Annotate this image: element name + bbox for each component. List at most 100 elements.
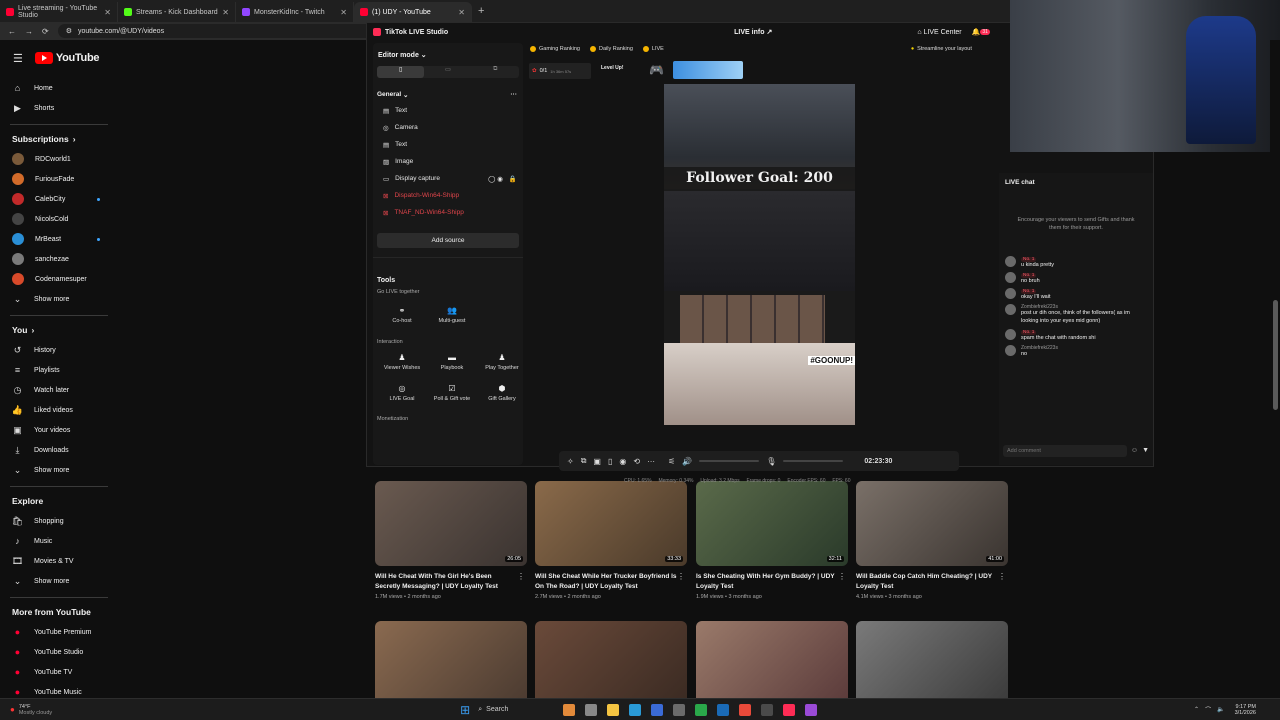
file-explorer-icon[interactable] bbox=[607, 703, 620, 716]
sidebar-item-liked[interactable]: 👍 Liked videos bbox=[0, 400, 118, 420]
video-card[interactable] bbox=[696, 621, 848, 706]
live-center-button[interactable]: ⌂ LIVE Center bbox=[917, 29, 961, 36]
settings-sliders-icon[interactable]: ⚟ bbox=[668, 457, 675, 466]
source-item[interactable]: ⊠ TNAF_ND-Win64-Shipp bbox=[373, 204, 523, 221]
multi-guest-button[interactable]: 👥 Multi-guest bbox=[432, 306, 472, 324]
add-source-button[interactable]: Add source bbox=[377, 233, 519, 248]
stream-canvas[interactable]: Follower Goal: 200 #GOONUP! bbox=[664, 84, 855, 425]
page-scrollbar[interactable] bbox=[1270, 40, 1280, 698]
cohost-button[interactable]: ⚭ Co-host bbox=[382, 306, 422, 324]
screen-icon[interactable]: ▣ bbox=[593, 457, 601, 466]
video-card[interactable]: 33:33 Will She Cheat While Her Trucker B… bbox=[535, 481, 687, 600]
capture-icon[interactable]: ⧉ bbox=[581, 456, 587, 466]
close-tab-icon[interactable]: ✕ bbox=[458, 8, 465, 17]
subscription-item[interactable]: sanchezae bbox=[0, 249, 118, 269]
viewer-wishes-button[interactable]: ♟ Viewer Wishes bbox=[382, 353, 422, 371]
edge-icon[interactable] bbox=[629, 703, 642, 716]
tiktok-live-studio-icon[interactable] bbox=[783, 703, 796, 716]
level-up-widget[interactable]: Level Up! bbox=[601, 65, 624, 71]
browser-tab-active[interactable]: (1) UDY - YouTube ✕ bbox=[354, 2, 472, 22]
sidebar-item-movies[interactable]: 🎞 Movies & TV bbox=[0, 551, 118, 571]
chat-message[interactable]: Zombiefreki223s post ur dih once, think o… bbox=[1005, 304, 1147, 325]
sidebar-item-shopping[interactable]: 🛍 Shopping bbox=[0, 511, 118, 531]
visibility-icon[interactable]: ◯ ◉ bbox=[488, 175, 503, 183]
video-card[interactable]: 26:05 Will He Cheat With The Girl He's B… bbox=[375, 481, 527, 600]
sidebar-item-watch-later[interactable]: ◷ Watch later bbox=[0, 380, 118, 400]
show-more-button[interactable]: ⌄ Show more bbox=[0, 289, 118, 309]
subscription-item[interactable]: MrBeast bbox=[0, 229, 118, 249]
close-tab-icon[interactable]: ✕ bbox=[222, 8, 229, 17]
poll-gift-vote-button[interactable]: ☑ Poll & Gift vote bbox=[432, 384, 472, 402]
subscriptions-header[interactable]: Subscriptions › bbox=[0, 129, 118, 149]
filter-icon[interactable]: ▼ bbox=[1142, 447, 1149, 454]
mic-icon[interactable]: 🎙 bbox=[766, 457, 776, 466]
volume-slider[interactable] bbox=[699, 460, 760, 462]
you-header[interactable]: You › bbox=[0, 320, 118, 340]
more-options-icon[interactable]: ⋮ bbox=[998, 572, 1006, 581]
general-scene-header[interactable]: General ⌄ ··· bbox=[373, 78, 523, 102]
video-thumbnail[interactable] bbox=[535, 621, 687, 706]
app-icon[interactable] bbox=[805, 703, 818, 716]
wifi-icon[interactable]: ⌒ bbox=[1205, 705, 1211, 714]
playbook-button[interactable]: ▬ Playbook bbox=[432, 353, 472, 371]
editor-mode-dropdown[interactable]: Editor mode ⌄ bbox=[373, 43, 523, 59]
source-item[interactable]: ▤ Text bbox=[373, 102, 523, 119]
add-comment-input[interactable] bbox=[1003, 444, 1127, 457]
video-card[interactable]: 32:11 Is She Cheating With Her Gym Buddy… bbox=[696, 481, 848, 600]
play-together-button[interactable]: ♟ Play Together bbox=[482, 353, 522, 371]
sidebar-item-history[interactable]: ↺ History bbox=[0, 340, 118, 360]
sidebar-item-music[interactable]: ♪ Music bbox=[0, 531, 118, 551]
volume-icon[interactable]: 🔈 bbox=[1217, 706, 1224, 713]
mic-slider[interactable] bbox=[783, 460, 844, 462]
live-info-button[interactable]: LIVE info ↗ bbox=[734, 28, 772, 36]
chat-message[interactable]: No. 1 no bruh bbox=[1005, 272, 1147, 284]
close-tab-icon[interactable]: ✕ bbox=[104, 8, 111, 17]
chevron-up-icon[interactable]: ⌃ bbox=[1194, 706, 1199, 713]
dual-layout-icon[interactable]: ⧉ bbox=[472, 66, 519, 78]
new-tab-button[interactable]: + bbox=[478, 5, 484, 17]
scrollbar-thumb[interactable] bbox=[1273, 300, 1278, 410]
url-field[interactable]: ⚙ youtube.com/@UDY/videos bbox=[57, 24, 380, 38]
gift-gallery-button[interactable]: ⬢ Gift Gallery bbox=[482, 384, 522, 402]
subscription-item[interactable]: CalebCity bbox=[0, 189, 118, 209]
reload-icon[interactable]: ⟳ bbox=[42, 27, 49, 36]
video-thumbnail[interactable]: 26:05 bbox=[375, 481, 527, 566]
lock-icon[interactable]: 🔒 bbox=[509, 175, 517, 183]
close-tab-icon[interactable]: ✕ bbox=[340, 8, 347, 17]
system-tray[interactable]: ⌃ ⌒ 🔈 bbox=[1194, 705, 1225, 714]
replay-icon[interactable]: ⟲ bbox=[633, 457, 640, 466]
browser-tab[interactable]: Streams - Kick Dashboard ✕ bbox=[118, 2, 236, 22]
more-options-icon[interactable]: ⋮ bbox=[838, 572, 846, 581]
subscription-item[interactable]: NicolsCold bbox=[0, 209, 118, 229]
more-options-icon[interactable]: ··· bbox=[511, 91, 518, 99]
subscription-item[interactable]: RDCworld1 bbox=[0, 149, 118, 169]
gaming-ranking-chip[interactable]: Gaming Ranking bbox=[530, 46, 580, 52]
live-goal-button[interactable]: ◎ LIVE Goal bbox=[382, 384, 422, 402]
weather-widget[interactable]: ● 74°F Mostly cloudy bbox=[0, 704, 52, 716]
video-thumbnail[interactable] bbox=[375, 621, 527, 706]
more-options-icon[interactable]: ⋮ bbox=[517, 572, 525, 581]
app-icon[interactable] bbox=[673, 703, 686, 716]
youtube-logo[interactable]: YouTube bbox=[34, 52, 100, 64]
taskbar-search[interactable]: ⌕ Search bbox=[478, 703, 558, 717]
subscription-item[interactable]: FuriousFade bbox=[0, 169, 118, 189]
video-title[interactable]: Will Baddie Cop Catch Him Cheating? | UD… bbox=[856, 572, 1008, 591]
browser-tab[interactable]: MonsterKidInc - Twitch ✕ bbox=[236, 2, 354, 22]
chat-message[interactable]: Zombiefreki223s no bbox=[1005, 345, 1147, 357]
sidebar-item-tv[interactable]: ● YouTube TV bbox=[0, 662, 118, 682]
forward-icon[interactable]: → bbox=[25, 27, 33, 36]
more-options-icon[interactable]: ⋮ bbox=[677, 572, 685, 581]
magic-wand-icon[interactable]: ✧ bbox=[567, 457, 574, 466]
more-options-icon[interactable]: ··· bbox=[647, 457, 655, 466]
notification-bell-icon[interactable]: 🔔 bbox=[972, 28, 981, 36]
video-card[interactable] bbox=[856, 621, 1008, 706]
chat-message[interactable]: No. 1 spam the chat with random shi bbox=[1005, 329, 1147, 341]
sidebar-item-shorts[interactable]: ▶ Shorts bbox=[0, 98, 118, 118]
show-more-button[interactable]: ⌄ Show more bbox=[0, 460, 118, 480]
menu-icon[interactable]: ☰ bbox=[13, 52, 23, 65]
sidebar-item-your-videos[interactable]: ▣ Your videos bbox=[0, 420, 118, 440]
daily-ranking-chip[interactable]: Daily Ranking bbox=[589, 46, 633, 52]
sidebar-item-playlists[interactable]: ≡ Playlists bbox=[0, 360, 118, 380]
back-icon[interactable]: ← bbox=[8, 27, 16, 36]
portrait-layout-icon[interactable]: ▯ bbox=[377, 66, 425, 78]
